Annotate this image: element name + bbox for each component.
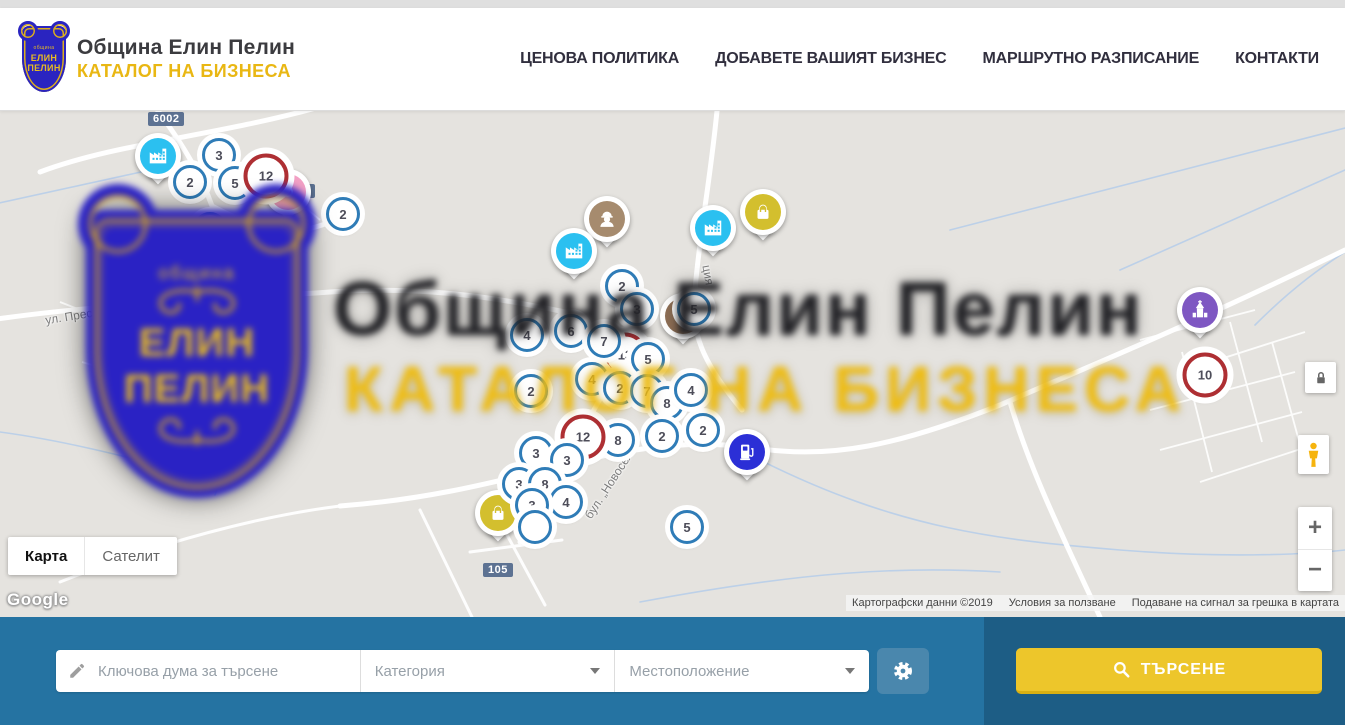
map-type-map-button[interactable]: Карта [8,537,84,575]
crest-top-text: община [33,45,54,51]
attribution-link[interactable]: Подаване на сигнал за грешка в картата [1132,597,1339,609]
cluster-marker[interactable]: 3 [620,292,654,326]
brand-text: Община Елин Пелин КАТАЛОГ НА БИЗНЕСА [77,36,295,82]
search-button[interactable]: ТЪРСЕНЕ [1016,648,1322,694]
street-view-pegman-button[interactable] [1298,435,1329,474]
pin-head [724,429,770,475]
cluster-marker[interactable]: 5 [670,510,704,544]
cluster-marker[interactable]: 4 [510,318,544,352]
cluster-marker[interactable]: 4 [674,373,708,407]
search-fields: Категория Местоположение [56,650,869,692]
factory-icon [695,210,731,246]
factory-icon [556,233,592,269]
nav-item[interactable]: КОНТАКТИ [1235,50,1319,68]
cluster-marker[interactable]: 2 [326,197,360,231]
map-canvas[interactable]: ул. Преславбул. „Новоселция 6002105 3251… [0,110,1345,617]
cluster-marker[interactable]: 6 [554,314,588,348]
zoom-out-button[interactable]: − [1298,550,1332,592]
road-shield-label: 6002 [148,112,184,126]
cluster-marker[interactable]: 2 [173,165,207,199]
category-select[interactable]: Категория [361,650,616,692]
main-nav: ЦЕНОВА ПОЛИТИКА ДОБАВЕТЕ ВАШИЯТ БИЗНЕС МАР… [520,50,1345,68]
search-icon [1112,660,1131,679]
factory-pin[interactable] [135,133,181,179]
cluster-marker[interactable] [518,510,552,544]
church-icon [1182,292,1218,328]
cluster-marker[interactable]: 4 [549,485,583,519]
pin-head [1177,287,1223,333]
header: община ЕЛИН ПЕЛИН Община Елин Пелин КАТА… [0,8,1345,111]
gear-icon [891,659,915,683]
cluster-marker[interactable]: 3 [519,436,553,470]
pin-head [740,189,786,235]
location-select-value: Местоположение [629,663,749,680]
nav-item[interactable]: МАРШРУТНО РАЗПИСАНИЕ [983,50,1200,68]
chevron-down-icon [845,668,855,674]
crest-ornament [50,21,70,41]
search-input[interactable] [96,662,348,681]
shopping-bag-icon [745,194,781,230]
shopping-bag-icon [480,495,516,531]
cluster-marker[interactable]: 10 [1183,353,1228,398]
fuel-icon [729,434,765,470]
advanced-settings-button[interactable] [877,648,929,694]
cluster-marker[interactable]: 5 [631,342,665,376]
pin-head [690,205,736,251]
cluster-marker[interactable]: 2 [514,374,548,408]
nav-item[interactable]: ЦЕНОВА ПОЛИТИКА [520,50,679,68]
cluster-marker[interactable]: 12 [244,154,289,199]
keyword-field[interactable] [56,650,361,692]
search-bar: Категория Местоположение ТЪРСЕНЕ [0,617,1345,725]
road-shield-label: 105 [483,563,513,577]
google-logo[interactable]: Google [7,590,69,610]
crest-ornament [18,21,38,41]
map-attribution: Картографски данни ©2019 Условия за ползв… [846,595,1345,611]
cluster-marker[interactable]: 8 [601,423,635,457]
top-strip [0,0,1345,8]
pin-head [135,133,181,179]
crest-line2: ПЕЛИН [27,63,60,73]
location-select[interactable]: Местоположение [615,650,869,692]
cluster-marker[interactable] [193,212,227,246]
cluster-marker[interactable]: 7 [587,324,621,358]
zoom-control: + − [1298,507,1332,591]
site-title: Община Елин Пелин [77,36,295,60]
map-type-satellite-button[interactable]: Сателит [84,537,177,575]
factory-pin[interactable] [690,205,736,251]
factory-icon [140,138,176,174]
site-subtitle: КАТАЛОГ НА БИЗНЕСА [77,61,295,82]
page: община ЕЛИН ПЕЛИН Община Елин Пелин КАТА… [0,0,1345,725]
fuel-station-pin[interactable] [724,429,770,475]
search-button-label: ТЪРСЕНЕ [1141,661,1226,679]
category-select-value: Категория [375,663,445,680]
pin-head [551,228,597,274]
cluster-marker[interactable]: 2 [686,413,720,447]
pegman-icon [1304,441,1323,469]
cluster-marker[interactable]: 5 [677,292,711,326]
church-pin[interactable] [1177,287,1223,333]
zoom-in-button[interactable]: + [1298,507,1332,550]
cluster-marker[interactable]: 2 [645,419,679,453]
pencil-icon [68,662,86,680]
attribution-link[interactable]: Условия за ползване [1009,597,1116,609]
lock-icon [1312,369,1330,387]
map-type-control: Карта Сателит [8,537,177,575]
attribution-text: Картографски данни ©2019 [852,597,993,609]
crest-line1: ЕЛИН [31,53,58,63]
site-logo[interactable]: община ЕЛИН ПЕЛИН Община Елин Пелин КАТА… [0,26,295,92]
shopping-pin[interactable] [740,189,786,235]
nav-item[interactable]: ДОБАВЕТЕ ВАШИЯТ БИЗНЕС [715,50,946,68]
chevron-down-icon [590,668,600,674]
lock-button[interactable] [1305,362,1336,393]
factory-pin[interactable] [551,228,597,274]
municipality-crest-logo: община ЕЛИН ПЕЛИН [22,26,66,92]
